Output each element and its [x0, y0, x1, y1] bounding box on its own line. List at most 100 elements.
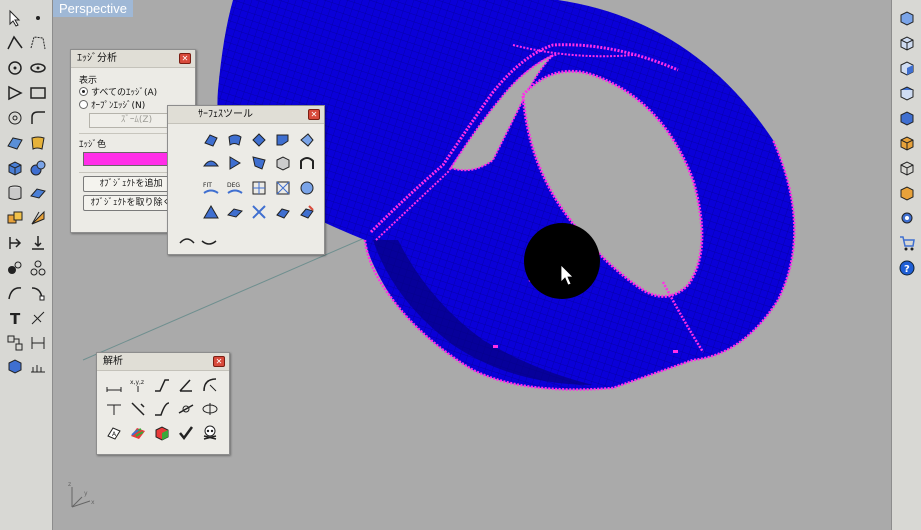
cube-rendered-icon[interactable]	[897, 133, 917, 153]
polygon-icon[interactable]	[5, 108, 25, 128]
radio-all-icon[interactable]	[79, 87, 88, 96]
surface-tool-icon[interactable]	[296, 153, 318, 173]
check-icon[interactable]	[175, 423, 197, 443]
curve-from-object-icon[interactable]	[5, 283, 25, 303]
dimension-tools-icon[interactable]	[28, 333, 48, 353]
svg-text:DEG: DEG	[227, 182, 240, 189]
arc-icon[interactable]	[5, 83, 25, 103]
surface-tool-icon[interactable]	[176, 230, 198, 250]
svg-text:T: T	[10, 310, 21, 327]
deviation-icon[interactable]	[175, 399, 197, 419]
add-object-button[interactable]: ｵﾌﾞｼﾞｪｸﾄを追加	[83, 176, 179, 192]
layout-icon[interactable]	[5, 333, 25, 353]
surface-tool-icon[interactable]	[198, 230, 220, 250]
surface-tool-icon[interactable]	[296, 130, 318, 150]
surface-tool-icon[interactable]	[224, 130, 246, 150]
close-icon[interactable]: ✕	[179, 53, 191, 64]
ellipse-icon[interactable]	[28, 58, 48, 78]
boolean-split-icon[interactable]	[28, 208, 48, 228]
blend-icon[interactable]	[28, 283, 48, 303]
direction-icon[interactable]: A	[103, 423, 125, 443]
circle-icon[interactable]	[5, 58, 25, 78]
boolean-union-icon[interactable]	[5, 208, 25, 228]
mesh-icon[interactable]	[28, 356, 48, 376]
curvature-icon[interactable]	[127, 399, 149, 419]
surface-tool-icon[interactable]	[200, 130, 222, 150]
edge-color-swatch[interactable]	[83, 152, 179, 166]
settings-gear-icon[interactable]	[897, 208, 917, 228]
diameter-icon[interactable]	[103, 399, 125, 419]
viewport-title[interactable]: Perspective	[53, 0, 133, 17]
polyline-icon[interactable]	[5, 33, 25, 53]
surface-tool-icon[interactable]	[224, 153, 246, 173]
svg-text:?: ?	[904, 264, 910, 275]
analysis-panel-title[interactable]: 解析 ✕	[97, 353, 229, 371]
angle-icon[interactable]	[175, 375, 197, 395]
project-icon[interactable]	[28, 233, 48, 253]
radius-icon[interactable]	[199, 375, 221, 395]
surface-tool-icon[interactable]	[248, 178, 270, 198]
close-icon[interactable]: ✕	[308, 109, 320, 120]
surface-tool-icon[interactable]	[296, 202, 318, 222]
render-icon[interactable]	[5, 356, 25, 376]
surface-tool-icon[interactable]	[224, 202, 246, 222]
svg-text:FIT: FIT	[203, 182, 212, 189]
cube-side-icon[interactable]	[897, 58, 917, 78]
cube-wireframe-icon[interactable]	[897, 158, 917, 178]
array-icon[interactable]	[28, 258, 48, 278]
point-icon[interactable]	[28, 8, 48, 28]
fillet-icon[interactable]	[28, 108, 48, 128]
surface-panel-title[interactable]: ｻｰﾌｪｽツール ✕	[168, 106, 324, 124]
cube-view-icon[interactable]	[897, 8, 917, 28]
rectangle-icon[interactable]	[28, 83, 48, 103]
environment-map-icon[interactable]	[151, 423, 173, 443]
cube-ghosted-icon[interactable]	[897, 183, 917, 203]
close-icon[interactable]: ✕	[213, 356, 225, 367]
skull-icon[interactable]	[199, 423, 221, 443]
surface-tools-panel: ｻｰﾌｪｽツール ✕ FIT DEG	[167, 105, 325, 255]
length-icon[interactable]	[151, 375, 173, 395]
surface-tool-icon[interactable]	[272, 178, 294, 198]
cube-top-icon[interactable]	[897, 83, 917, 103]
edge-panel-title-text: ｴｯｼﾞ分析	[77, 53, 117, 64]
distance-icon[interactable]	[103, 375, 125, 395]
surface-tool-icon[interactable]	[272, 130, 294, 150]
remove-object-button[interactable]: ｵﾌﾞｼﾞｪｸﾄを取り除く	[83, 195, 179, 211]
surface-tool-icon[interactable]	[248, 153, 270, 173]
plane-icon[interactable]	[28, 183, 48, 203]
zebra-analysis-icon[interactable]	[127, 423, 149, 443]
surface-icon[interactable]	[5, 133, 25, 153]
surface-tool-icon[interactable]	[272, 153, 294, 173]
surface-tool-icon[interactable]	[248, 130, 270, 150]
radio-all-edges[interactable]: すべてのｴｯｼﾞ(A)	[79, 85, 187, 98]
dimension-icon[interactable]	[28, 308, 48, 328]
degree-icon[interactable]: DEG	[224, 178, 246, 198]
fit-icon[interactable]: FIT	[200, 178, 222, 198]
help-icon[interactable]: ?	[897, 258, 917, 278]
surface-tool-icon[interactable]	[296, 178, 318, 198]
cube-shaded-icon[interactable]	[897, 108, 917, 128]
bounding-box-icon[interactable]	[199, 399, 221, 419]
cylinder-icon[interactable]	[5, 183, 25, 203]
transform-icon[interactable]	[5, 258, 25, 278]
surface-tool-icon[interactable]	[200, 153, 222, 173]
surface-tool-icon[interactable]	[272, 202, 294, 222]
evaluate-point-icon[interactable]: x,y,z	[127, 375, 149, 395]
loft-icon[interactable]	[28, 133, 48, 153]
edge-panel-title[interactable]: ｴｯｼﾞ分析 ✕	[71, 50, 195, 68]
radio-naked-icon[interactable]	[79, 100, 88, 109]
svg-text:z: z	[68, 481, 71, 488]
cube-front-icon[interactable]	[897, 33, 917, 53]
right-toolbar: ?	[891, 0, 921, 530]
sphere-icon[interactable]	[28, 158, 48, 178]
text-object-icon[interactable]: T	[5, 308, 25, 328]
box-icon[interactable]	[5, 158, 25, 178]
analysis-panel-title-text: 解析	[103, 356, 123, 367]
curve-control-icon[interactable]	[28, 33, 48, 53]
extrude-icon[interactable]	[5, 233, 25, 253]
surface-tool-icon[interactable]	[200, 202, 222, 222]
shopping-cart-icon[interactable]	[897, 233, 917, 253]
geometry-continuity-icon[interactable]	[151, 399, 173, 419]
select-arrow-icon[interactable]	[5, 8, 25, 28]
surface-tool-icon[interactable]	[248, 202, 270, 222]
